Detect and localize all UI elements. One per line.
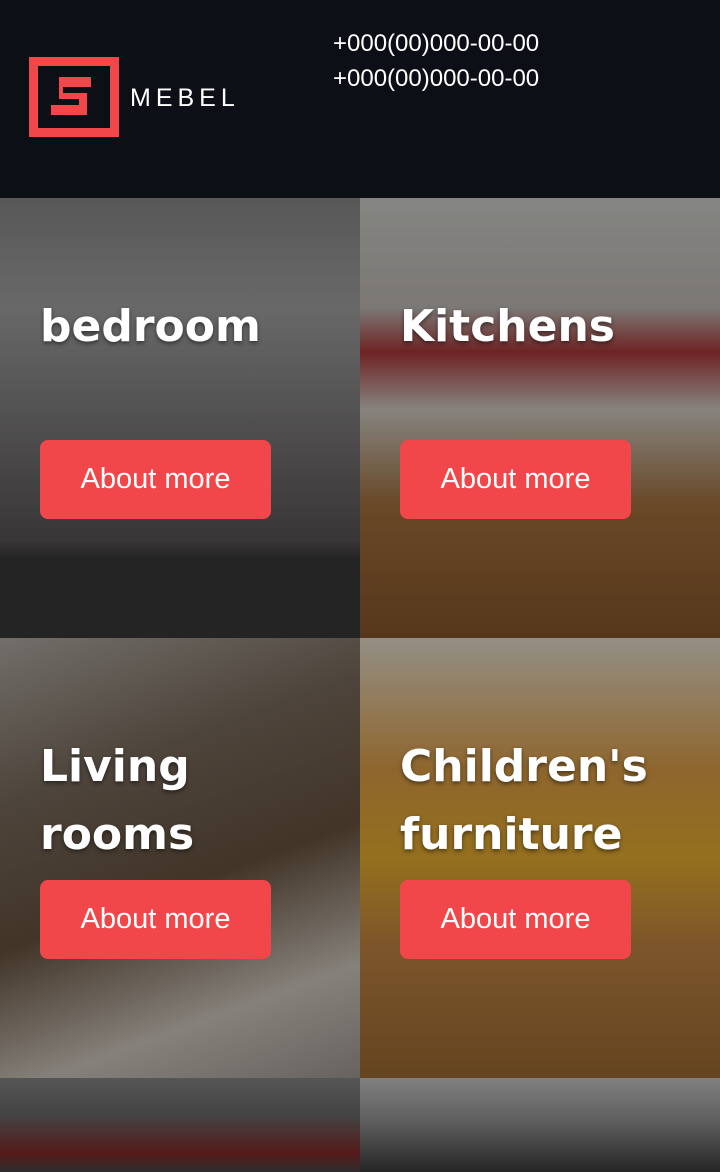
phone-number[interactable]: +000(00)000-00-00 <box>333 61 558 96</box>
category-tile-living-rooms[interactable]: Living rooms About more <box>0 638 360 1078</box>
site-header: MEBEL +000(00)000-00-00 +000(00)000-00-0… <box>0 0 720 196</box>
tile-title: Kitchens <box>400 301 615 352</box>
tile-title: bedroom <box>40 301 261 352</box>
logo-icon[interactable] <box>29 57 119 137</box>
logo-text: MEBEL <box>130 84 240 112</box>
tile-title: Children's furniture <box>400 741 648 860</box>
category-tile-kitchens[interactable]: Kitchens About more <box>360 198 720 638</box>
about-more-button[interactable]: About more <box>40 440 271 519</box>
category-tile-childrens-furniture[interactable]: Children's furniture About more <box>360 638 720 1078</box>
tile-title: Living rooms <box>40 741 195 860</box>
about-more-button[interactable]: About more <box>400 440 631 519</box>
category-tile-partial[interactable] <box>0 1078 360 1172</box>
phone-number[interactable]: +000(00)000-00-00 <box>333 26 558 61</box>
phone-list: +000(00)000-00-00 +000(00)000-00-00 <box>333 26 558 96</box>
category-tile-bedroom[interactable]: bedroom About more <box>0 198 360 638</box>
about-more-button[interactable]: About more <box>400 880 631 959</box>
category-tile-partial[interactable] <box>360 1078 720 1172</box>
about-more-button[interactable]: About more <box>40 880 271 959</box>
